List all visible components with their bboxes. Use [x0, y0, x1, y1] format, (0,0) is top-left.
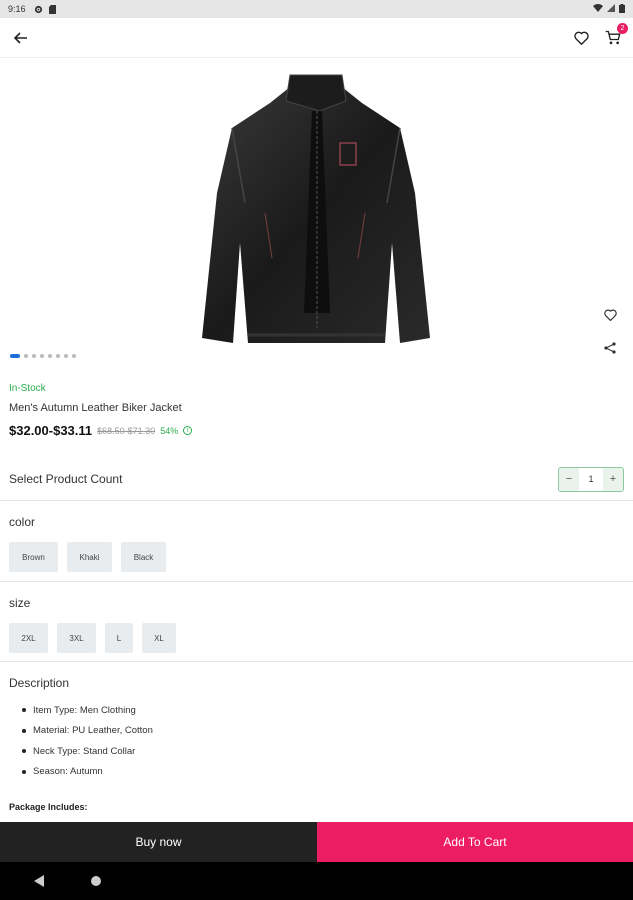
- app-bar: 2: [0, 18, 633, 58]
- quantity-stepper: − 1 +: [558, 466, 624, 492]
- size-section: size 2XL 3XL L XL: [0, 582, 633, 662]
- description-item: Material: PU Leather, Cotton: [22, 721, 153, 742]
- size-title: size: [9, 596, 31, 610]
- status-time: 9:16: [8, 4, 26, 14]
- back-button[interactable]: [10, 27, 32, 49]
- product-name: Men's Autumn Leather Biker Jacket: [9, 402, 182, 414]
- buy-now-button[interactable]: Buy now: [0, 822, 317, 862]
- size-option-l[interactable]: L: [105, 623, 133, 653]
- battery-icon: [619, 3, 625, 15]
- arrow-left-icon: [14, 31, 27, 44]
- product-price: $32.00-$33.11: [9, 423, 93, 438]
- settings-gear-icon: [34, 5, 43, 14]
- original-price: $68.50-$71.30: [97, 425, 156, 436]
- nav-back-icon[interactable]: [34, 875, 44, 887]
- nav-home-icon[interactable]: [91, 876, 101, 886]
- decrement-button[interactable]: −: [559, 467, 579, 491]
- carousel-dot[interactable]: [64, 354, 68, 358]
- heart-icon: [574, 31, 589, 45]
- share-icon: [604, 342, 616, 354]
- description-item: Season: Autumn: [22, 762, 153, 783]
- carousel-dot[interactable]: [24, 354, 28, 358]
- wishlist-side-button[interactable]: [600, 305, 620, 325]
- quantity-label: Select Product Count: [9, 472, 123, 486]
- share-button[interactable]: [600, 338, 620, 358]
- color-title: color: [9, 515, 36, 529]
- product-image: [202, 74, 430, 343]
- product-image-carousel[interactable]: [0, 58, 633, 368]
- description-item: Item Type: Men Clothing: [22, 700, 153, 721]
- system-nav-bar: [0, 862, 633, 900]
- description-item: Neck Type: Stand Collar: [22, 741, 153, 762]
- color-option-black[interactable]: Black: [121, 542, 166, 572]
- bottom-action-bar: Buy now Add To Cart: [0, 822, 633, 862]
- description-list: Item Type: Men Clothing Material: PU Lea…: [22, 700, 153, 782]
- carousel-dot[interactable]: [40, 354, 44, 358]
- size-option-xl[interactable]: XL: [142, 623, 176, 653]
- carousel-dot[interactable]: [56, 354, 60, 358]
- color-section: color Brown Khaki Black: [0, 501, 633, 582]
- size-option-3xl[interactable]: 3XL: [57, 623, 96, 653]
- stock-status: In-Stock: [9, 383, 46, 394]
- add-to-cart-button[interactable]: Add To Cart: [317, 822, 633, 862]
- info-icon[interactable]: i: [183, 426, 193, 435]
- carousel-dot[interactable]: [48, 354, 52, 358]
- cart-button[interactable]: 2: [603, 22, 628, 48]
- price-row: $32.00-$33.11 $68.50-$71.30 54% i: [9, 423, 193, 438]
- carousel-indicator: [10, 354, 76, 358]
- size-option-2xl[interactable]: 2XL: [9, 623, 48, 653]
- carousel-dot[interactable]: [10, 354, 20, 358]
- discount-percent: 54%: [160, 425, 179, 436]
- wifi-icon: [593, 4, 603, 14]
- wishlist-button[interactable]: [574, 31, 589, 45]
- carousel-dot[interactable]: [72, 354, 76, 358]
- heart-icon: [603, 309, 617, 321]
- carousel-dot[interactable]: [32, 354, 36, 358]
- cart-count-badge: 2: [617, 22, 628, 34]
- signal-icon: [607, 4, 615, 14]
- sd-card-icon: [48, 4, 56, 14]
- package-includes-label: Package Includes:: [9, 802, 88, 812]
- quantity-value[interactable]: 1: [579, 467, 603, 491]
- color-option-brown[interactable]: Brown: [9, 542, 58, 572]
- color-option-khaki[interactable]: Khaki: [67, 542, 112, 572]
- increment-button[interactable]: +: [603, 467, 623, 491]
- description-title: Description: [9, 676, 70, 690]
- quantity-row: Select Product Count − 1 +: [0, 458, 633, 501]
- status-bar: 9:16: [0, 0, 633, 18]
